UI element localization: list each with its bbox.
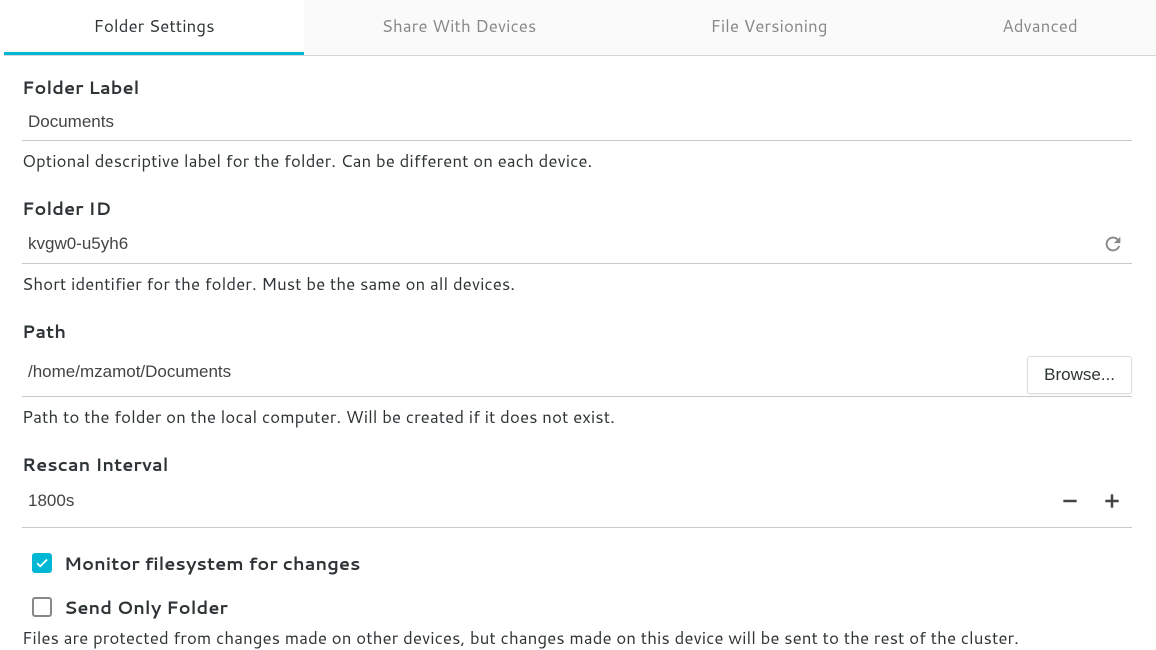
monitor-checkbox[interactable] bbox=[32, 553, 52, 573]
path-help: Path to the folder on the local computer… bbox=[22, 405, 1132, 429]
folder-id-label: Folder ID bbox=[22, 195, 1132, 221]
rescan-group: Rescan Interval Monitor filesystem for c… bbox=[22, 451, 1132, 650]
folder-label-input[interactable] bbox=[22, 112, 1132, 132]
path-group: Path Browse... Path to the folder on the… bbox=[22, 318, 1132, 429]
folder-label-group: Folder Label Optional descriptive label … bbox=[22, 74, 1132, 173]
tab-advanced[interactable]: Advanced bbox=[924, 0, 1156, 55]
send-only-checkbox[interactable] bbox=[32, 597, 52, 617]
tab-folder-settings[interactable]: Folder Settings bbox=[4, 0, 304, 55]
monitor-checkbox-label: Monitor filesystem for changes bbox=[64, 550, 360, 576]
folder-id-input[interactable] bbox=[22, 234, 1092, 254]
tab-share-with-devices[interactable]: Share With Devices bbox=[304, 0, 614, 55]
folder-id-help: Short identifier for the folder. Must be… bbox=[22, 272, 1132, 296]
folder-id-group: Folder ID Short identifier for the folde… bbox=[22, 195, 1132, 296]
send-only-checkbox-label: Send Only Folder bbox=[64, 594, 228, 620]
browse-button[interactable]: Browse... bbox=[1027, 356, 1132, 394]
tab-file-versioning[interactable]: File Versioning bbox=[614, 0, 924, 55]
folder-label-help: Optional descriptive label for the folde… bbox=[22, 149, 1132, 173]
path-label: Path bbox=[22, 318, 1132, 344]
plus-icon[interactable] bbox=[1100, 489, 1124, 513]
send-only-help: Files are protected from changes made on… bbox=[22, 626, 1132, 650]
path-input[interactable] bbox=[22, 362, 1017, 382]
folder-label-label: Folder Label bbox=[22, 74, 1132, 100]
folder-settings-panel: Folder Label Optional descriptive label … bbox=[4, 56, 1156, 650]
minus-icon[interactable] bbox=[1058, 489, 1082, 513]
rescan-label: Rescan Interval bbox=[22, 451, 1132, 477]
refresh-icon[interactable] bbox=[1102, 233, 1124, 255]
tabs-bar: Folder Settings Share With Devices File … bbox=[4, 0, 1156, 56]
rescan-input[interactable] bbox=[22, 491, 1048, 511]
